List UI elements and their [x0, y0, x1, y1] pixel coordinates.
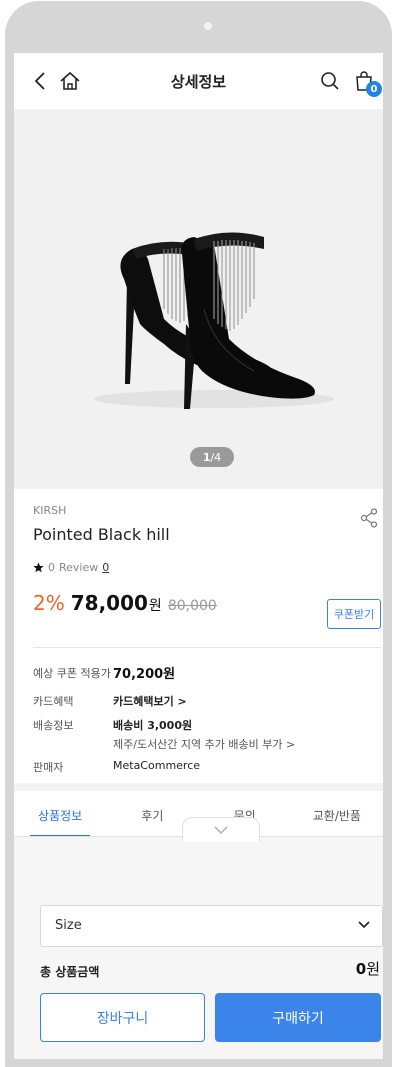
pager-total: /4: [210, 450, 222, 464]
cart-count-badge: 0: [366, 81, 382, 97]
chevron-down-icon: [214, 826, 228, 834]
seller-row: 판매자 MetaCommerce: [33, 759, 200, 775]
rating-value: 0: [48, 561, 55, 574]
total-amount: 0원: [356, 958, 380, 979]
product-image[interactable]: [14, 109, 383, 489]
image-pager: 1/4: [190, 447, 234, 467]
tab-exchange-return[interactable]: 교환/반품: [291, 791, 383, 837]
original-price: 80,000: [167, 598, 217, 614]
tab-product-info[interactable]: 상품정보: [14, 791, 106, 837]
size-select-value: Size: [55, 918, 82, 933]
add-to-cart-button[interactable]: 장바구니: [40, 993, 205, 1042]
coupon-button[interactable]: 쿠폰받기: [327, 599, 381, 629]
shopping-bag-icon[interactable]: 0: [350, 67, 382, 97]
brand-name[interactable]: KIRSH: [33, 504, 66, 517]
coupon-price-value: 70,200원: [113, 667, 176, 682]
camera-dot: [204, 22, 212, 30]
shipping-label: 배송정보: [33, 719, 74, 732]
card-benefit-link[interactable]: 카드혜택보기 >: [113, 693, 187, 709]
divider: [33, 647, 381, 648]
phone-frame: 상세정보 0 1 /4 KIRSH Pointed Black hill 0 R…: [5, 1, 392, 1067]
rating-row: 0 Review 0: [33, 561, 109, 574]
coupon-price-label: 예상 쿠폰 적용가: [33, 666, 111, 680]
sale-price: 78,000: [70, 591, 148, 615]
card-benefit-row: 카드혜택 카드혜택보기 >: [33, 693, 187, 709]
size-select[interactable]: Size: [40, 905, 383, 947]
chevron-down-icon: [358, 921, 370, 929]
seller-name[interactable]: MetaCommerce: [113, 759, 200, 775]
card-benefit-label: 카드혜택: [33, 695, 74, 708]
price-unit: 원: [148, 598, 162, 614]
product-name: Pointed Black hill: [33, 525, 170, 544]
shipping-extra-link[interactable]: 제주/도서산간 지역 추가 배송비 부가 >: [113, 736, 295, 752]
shipping-row: 배송정보 배송비 3,000원 제주/도서산간 지역 추가 배송비 부가 >: [33, 717, 295, 752]
buy-now-button[interactable]: 구매하기: [215, 993, 381, 1042]
price-row: 2% 78,000 원 80,000: [33, 591, 217, 615]
share-icon[interactable]: [360, 508, 378, 532]
total-label: 총 상품금액: [40, 965, 100, 979]
shoe-image: [94, 232, 334, 409]
total-value: 0: [355, 960, 367, 978]
search-icon[interactable]: [316, 67, 344, 95]
shipping-fee: 배송비 3,000원: [113, 719, 193, 732]
seller-label: 판매자: [33, 761, 64, 774]
coupon-price-row: 예상 쿠폰 적용가 70,200원: [33, 663, 176, 683]
pager-current: 1: [202, 450, 211, 464]
section-separator: [14, 783, 383, 791]
star-icon: [33, 562, 44, 573]
top-bar: 상세정보 0: [14, 53, 383, 109]
sheet-toggle-handle[interactable]: [182, 817, 260, 842]
discount-rate: 2%: [33, 591, 65, 615]
screen: 상세정보 0 1 /4 KIRSH Pointed Black hill 0 R…: [14, 53, 383, 1059]
total-unit: 원: [366, 960, 380, 978]
review-count-link[interactable]: 0: [102, 561, 109, 574]
review-label: Review: [59, 561, 99, 574]
